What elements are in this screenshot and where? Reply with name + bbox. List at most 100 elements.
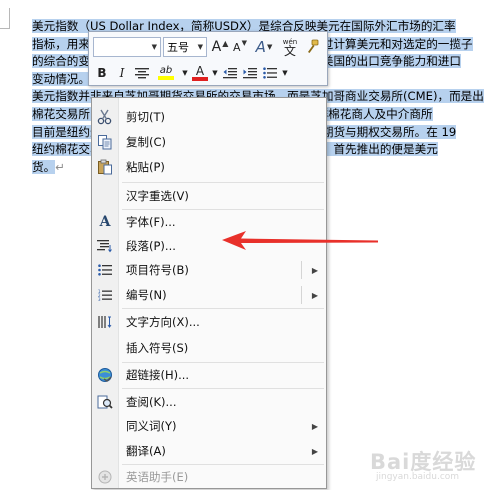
copy-icon <box>96 133 114 151</box>
chevron-down-icon: ▼ <box>282 69 288 77</box>
bullets-button[interactable] <box>261 63 279 83</box>
submenu-arrow-icon: ▶ <box>311 265 318 275</box>
menu-item-cut[interactable]: 剪切(T) <box>92 105 326 129</box>
research-icon <box>96 393 114 411</box>
text-direction-icon <box>96 313 114 331</box>
english-assistant-icon <box>96 468 114 486</box>
grow-font-button[interactable]: A ▲ <box>211 37 229 57</box>
word-window: 美元指数（US Dollar Index，简称USDX）是综合反映美元在国际外汇… <box>0 0 489 490</box>
submenu-arrow-icon: ▶ <box>311 290 318 300</box>
menu-item-label: 查阅(K)... <box>126 395 177 409</box>
mini-toolbar-row-1: ▼ 五号 ▼ A ▲ A ▼ A ▼ wén 文 <box>93 36 323 58</box>
phonetic-char: 文 <box>283 44 296 58</box>
menu-item-label: 段落(P)... <box>126 239 176 253</box>
font-color-button[interactable]: A <box>191 63 209 83</box>
menu-item-paste[interactable]: 粘贴(P) <box>92 155 326 179</box>
paragraph-mark: ↵ <box>55 159 65 174</box>
menu-item-bullets[interactable]: 项目符号(B) ▶ <box>92 258 326 282</box>
decrease-indent-button[interactable] <box>221 63 239 83</box>
menu-item-text-direction[interactable]: 文字方向(X)... <box>92 310 326 334</box>
red-arrow-annotation <box>222 231 378 250</box>
styles-icon: A <box>255 38 266 56</box>
shrink-font-icon: A <box>233 40 241 54</box>
menu-item-label: 剪切(T) <box>126 110 165 124</box>
bullets-icon <box>263 67 277 79</box>
submenu-separator <box>301 286 302 304</box>
highlight-button[interactable]: ab <box>153 63 179 83</box>
font-color-bar <box>192 76 208 81</box>
menu-item-english-assistant: 英语助手(E) <box>92 465 326 489</box>
highlight-color-bar <box>158 76 174 80</box>
menu-item-label: 项目符号(B) <box>126 263 189 277</box>
menu-item-translate[interactable]: 翻译(A) ▶ <box>92 439 326 463</box>
center-align-button[interactable] <box>133 63 151 83</box>
chevron-down-icon: ▼ <box>182 69 188 77</box>
menu-item-label: 字体(F)... <box>126 215 176 229</box>
watermark: Bai度经验 jingyan.baidu.com <box>370 446 486 486</box>
bullets-icon <box>96 261 114 279</box>
mini-toolbar: ▼ 五号 ▼ A ▲ A ▼ A ▼ wén 文 B I ab ▼ A ▼ ▼ <box>88 31 328 86</box>
menu-separator <box>122 388 324 389</box>
bold-icon: B <box>97 66 107 80</box>
submenu-arrow-icon: ▶ <box>311 446 318 456</box>
menu-item-reconvert[interactable]: 汉字重选(V) <box>92 184 326 208</box>
decrease-indent-icon <box>223 68 237 79</box>
font-name-combo[interactable]: ▼ <box>93 37 161 57</box>
menu-item-research[interactable]: 查阅(K)... <box>92 390 326 414</box>
menu-item-hyperlink[interactable]: 超链接(H)... <box>92 363 326 387</box>
hyperlink-icon <box>96 366 114 384</box>
bullets-dropdown[interactable]: ▼ <box>281 63 289 83</box>
menu-item-insert-symbol[interactable]: 插入符号(S) <box>92 336 326 360</box>
menu-item-label: 粘贴(P) <box>126 160 165 174</box>
menu-item-label: 复制(C) <box>126 135 167 149</box>
menu-item-synonyms[interactable]: 同义词(Y) ▶ <box>92 414 326 438</box>
menu-item-copy[interactable]: 复制(C) <box>92 130 326 154</box>
paragraph-icon <box>96 237 114 255</box>
paste-icon <box>96 158 114 176</box>
chevron-down-icon: ▼ <box>151 43 157 51</box>
format-painter-button[interactable] <box>303 37 321 57</box>
menu-item-label: 翻译(A) <box>126 444 166 458</box>
menu-item-label: 插入符号(S) <box>126 341 189 355</box>
submenu-arrow-icon: ▶ <box>311 421 318 431</box>
font-icon: A <box>99 214 111 230</box>
menu-item-label: 编号(N) <box>126 288 167 302</box>
highlight-dropdown[interactable]: ▼ <box>181 63 189 83</box>
grow-font-icon: A <box>211 39 222 55</box>
numbering-icon: 123 <box>96 286 114 304</box>
font-color-icon: A <box>195 63 205 78</box>
context-menu: 剪切(T) 复制(C) 粘贴(P) 汉字重选(V) A 字体(F)... 段落(… <box>91 97 327 489</box>
italic-button[interactable]: I <box>113 63 131 83</box>
menu-item-label: 汉字重选(V) <box>126 189 189 203</box>
italic-icon: I <box>119 66 125 80</box>
menu-separator <box>122 182 324 183</box>
mini-toolbar-row-2: B I ab ▼ A ▼ ▼ <box>93 62 291 84</box>
watermark-url: jingyan.baidu.com <box>376 472 460 482</box>
highlight-icon: ab <box>159 65 173 76</box>
align-center-icon <box>135 68 149 79</box>
menu-item-label: 同义词(Y) <box>126 419 177 433</box>
font-size-value: 五号 <box>167 41 189 54</box>
selected-text: 货。 <box>32 159 56 174</box>
shrink-font-button[interactable]: A ▼ <box>231 37 249 57</box>
menu-item-numbering[interactable]: 123 编号(N) ▶ <box>92 283 326 307</box>
submenu-separator <box>301 261 302 279</box>
format-painter-icon <box>308 39 319 53</box>
increase-indent-icon <box>243 68 257 79</box>
page-corner-mark <box>0 8 29 29</box>
font-color-dropdown[interactable]: ▼ <box>211 63 219 83</box>
styles-button[interactable]: A ▼ <box>251 37 277 57</box>
chevron-down-icon: ▼ <box>197 43 203 51</box>
chevron-down-icon: ▼ <box>212 69 218 77</box>
bold-button[interactable]: B <box>93 63 111 83</box>
scissors-icon <box>96 108 114 126</box>
font-size-combo[interactable]: 五号 ▼ <box>163 37 207 57</box>
svg-text:3: 3 <box>98 297 101 301</box>
menu-separator <box>122 308 324 309</box>
menu-item-label: 超链接(H)... <box>126 368 190 382</box>
increase-indent-button[interactable] <box>241 63 259 83</box>
menu-item-label: 英语助手(E) <box>126 470 189 484</box>
selected-text: 变动情况。 <box>32 71 90 86</box>
menu-item-label: 文字方向(X)... <box>126 315 200 329</box>
phonetic-guide-button[interactable]: wén 文 <box>279 37 301 57</box>
